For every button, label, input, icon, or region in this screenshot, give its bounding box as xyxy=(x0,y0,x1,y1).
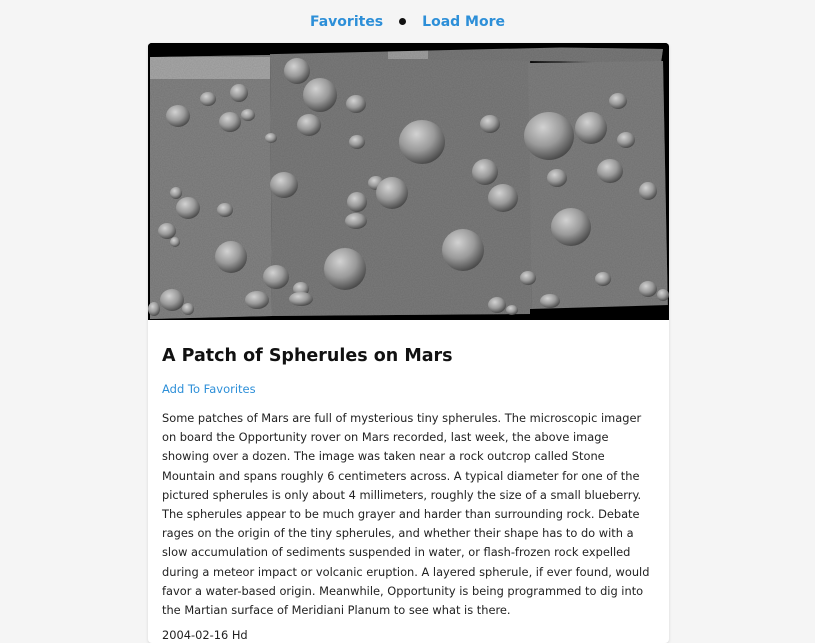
load-more-link[interactable]: Load More xyxy=(422,14,505,30)
favorites-link[interactable]: Favorites xyxy=(310,14,383,30)
article-description: Some patches of Mars are full of mysteri… xyxy=(162,411,650,618)
top-nav: Favorites Load More xyxy=(0,0,815,43)
separator-dot xyxy=(399,18,407,25)
article-date: 2004-02-16 Hd xyxy=(162,628,248,643)
card-content: A Patch of Spherules on Mars Add To Favo… xyxy=(148,345,669,643)
apod-card: A Patch of Spherules on Mars Add To Favo… xyxy=(148,43,669,643)
add-to-favorites-link[interactable]: Add To Favorites xyxy=(162,382,256,396)
article-title: A Patch of Spherules on Mars xyxy=(162,346,453,366)
mars-spherules-photo xyxy=(148,43,669,320)
